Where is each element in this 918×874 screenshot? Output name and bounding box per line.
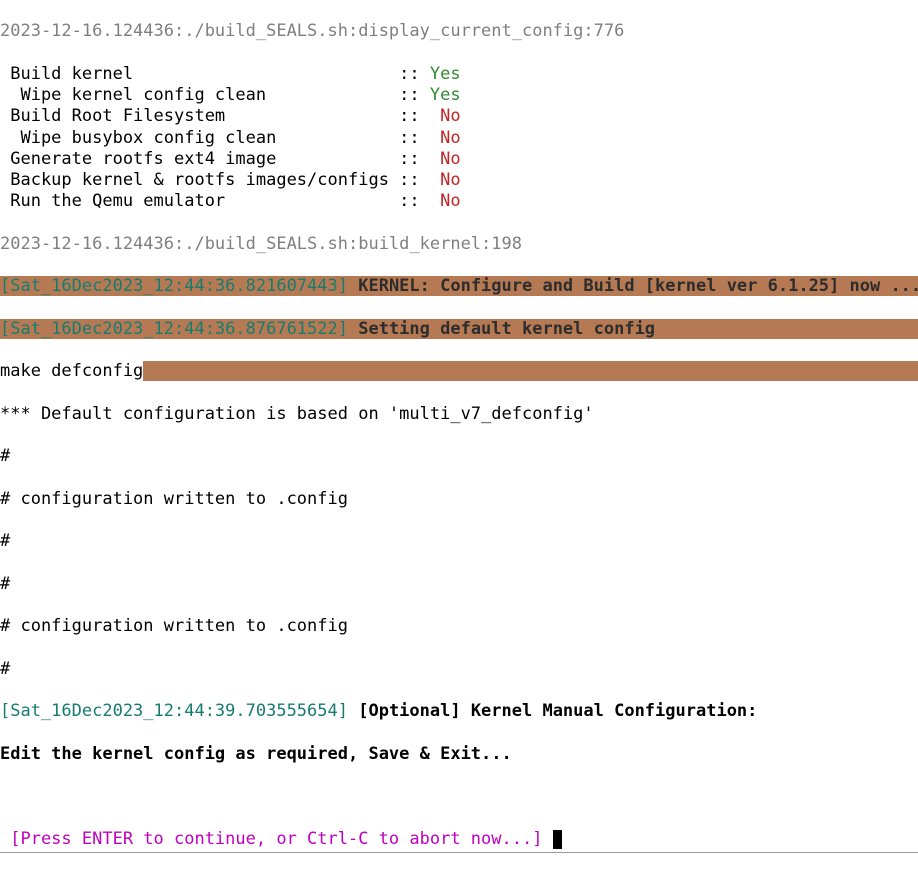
- config-item-value: No: [440, 170, 460, 190]
- hl-fill-1: [655, 319, 918, 339]
- config-item-separator: ::: [399, 85, 430, 105]
- config-item-value: No: [440, 149, 460, 169]
- hash-line: #: [0, 574, 918, 595]
- config-item: Wipe busybox config clean :: No: [0, 128, 918, 149]
- config-item-separator: ::: [399, 64, 430, 84]
- config-item: Run the Qemu emulator :: No: [0, 191, 918, 212]
- kernel-configure-msg: KERNEL: Configure and Build [kernel ver …: [358, 276, 918, 296]
- config-item: Generate rootfs ext4 image :: No: [0, 149, 918, 170]
- config-item: Build kernel :: Yes: [0, 64, 918, 85]
- cursor: [553, 830, 562, 849]
- timestamp: [Sat_16Dec2023_12:44:36.876761522]: [0, 319, 358, 339]
- config-item-separator: ::: [399, 170, 440, 190]
- config-item-value: No: [440, 128, 460, 148]
- default-config-line: [Sat_16Dec2023_12:44:36.876761522] Setti…: [0, 319, 918, 340]
- config-item-separator: ::: [399, 191, 440, 211]
- config-written-line: # configuration written to .config: [0, 616, 918, 637]
- config-item: Build Root Filesystem :: No: [0, 106, 918, 127]
- config-item-separator: ::: [399, 106, 440, 126]
- edit-config-instruction: Edit the kernel config as required, Save…: [0, 744, 918, 765]
- config-item-label: Run the Qemu emulator: [0, 191, 399, 212]
- config-item: Backup kernel & rootfs images/configs ::…: [0, 170, 918, 191]
- config-item-label: Backup kernel & rootfs images/configs: [0, 170, 399, 191]
- default-config-msg: Setting default kernel config: [358, 319, 655, 339]
- defconfig-base-line: *** Default configuration is based on 'm…: [0, 404, 918, 425]
- config-item-separator: ::: [399, 149, 440, 169]
- prompt-line[interactable]: [Press ENTER to continue, or Ctrl-C to a…: [0, 829, 918, 853]
- hash-line: #: [0, 446, 918, 467]
- optional-config-title: [Optional] Kernel Manual Configuration:: [358, 701, 757, 721]
- kernel-configure-line: [Sat_16Dec2023_12:44:36.821607443] KERNE…: [0, 276, 918, 297]
- optional-config-line: [Sat_16Dec2023_12:44:39.703555654] [Opti…: [0, 701, 918, 722]
- config-written-line: # configuration written to .config: [0, 489, 918, 510]
- blank-line: [0, 786, 918, 807]
- config-item-label: Generate rootfs ext4 image: [0, 149, 399, 170]
- config-item-label: Build kernel: [0, 64, 399, 85]
- hash-line: #: [0, 531, 918, 552]
- hl-fill-2: [143, 361, 918, 381]
- config-item-value: Yes: [430, 64, 461, 84]
- prompt-text: [Press ENTER to continue, or Ctrl-C to a…: [0, 829, 553, 849]
- timestamp: [Sat_16Dec2023_12:44:39.703555654]: [0, 701, 358, 721]
- terminal-output[interactable]: 2023-12-16.124436:./build_SEALS.sh:displ…: [0, 0, 918, 874]
- config-item-label: Wipe busybox config clean: [0, 128, 399, 149]
- log-header-build-kernel: 2023-12-16.124436:./build_SEALS.sh:build…: [0, 234, 918, 255]
- timestamp: [Sat_16Dec2023_12:44:36.821607443]: [0, 276, 358, 296]
- config-item-value: No: [440, 191, 460, 211]
- hash-line: #: [0, 659, 918, 680]
- config-item-label: Wipe kernel config clean: [0, 85, 399, 106]
- config-item: Wipe kernel config clean :: Yes: [0, 85, 918, 106]
- config-item-label: Build Root Filesystem: [0, 106, 399, 127]
- config-item-value: No: [440, 106, 460, 126]
- log-header-display-config: 2023-12-16.124436:./build_SEALS.sh:displ…: [0, 21, 918, 42]
- config-item-separator: ::: [399, 128, 440, 148]
- config-item-value: Yes: [430, 85, 461, 105]
- config-list: Build kernel :: Yes Wipe kernel config c…: [0, 64, 918, 213]
- make-cmd-line: make defconfig: [0, 361, 918, 382]
